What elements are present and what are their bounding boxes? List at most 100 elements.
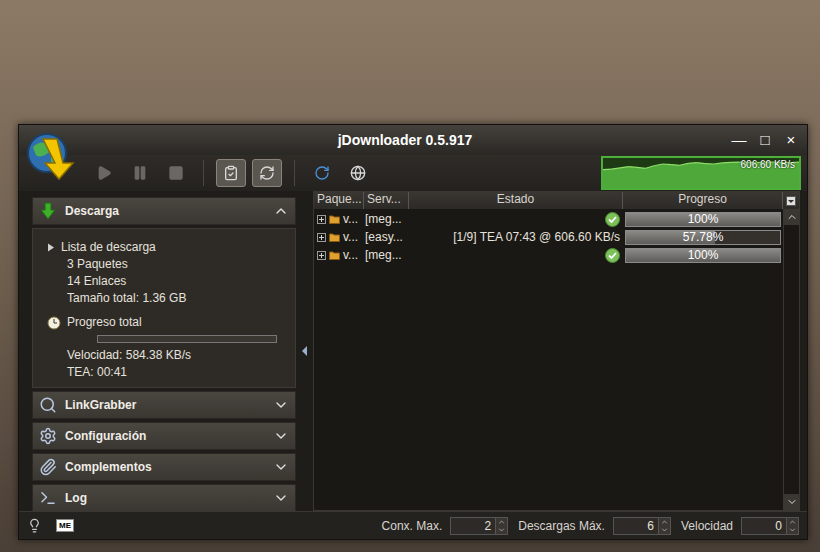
spinner-down-icon[interactable] [788,526,797,534]
toolbar: 606.60 KB/s [19,155,807,191]
spinner-up-icon[interactable] [660,518,669,526]
summary-line: 14 Enlaces [47,273,295,290]
spinner-field: Descargas Máx. 6 [518,517,671,535]
reconnect-icon [259,165,275,181]
list-arrow-icon [47,243,55,252]
gear-icon [39,427,57,445]
package-name: v... [343,247,358,263]
sidebar-section-label: LinkGrabber [65,396,265,414]
pause-icon [132,165,148,181]
spinner-arrows[interactable] [787,517,799,535]
vertical-scrollbar[interactable] [783,209,799,510]
summary-line: Tamaño total: 1.36 GB [47,290,295,307]
sidebar-section-label: Configuración [65,427,265,445]
total-progress-bar [97,335,277,343]
download-arrow-icon [39,202,57,220]
spinner-field: Velocidad 0 [681,517,799,535]
collapse-chevron-icon[interactable] [273,203,289,219]
magnifier-icon [39,396,57,414]
sidebar-section-header[interactable]: Configuración [32,422,296,450]
title-bar: jDownloader 0.5.917— □ × [19,125,807,155]
download-summary-panel: Lista de descarga3 Paquetes14 EnlacesTam… [32,228,296,388]
package-name: v... [343,229,358,245]
window-title: jDownloader 0.5.917 [19,130,731,151]
app-window: jDownloader 0.5.917— □ × 606.60 KB/s Descarg… [18,124,808,540]
summary-stat: Velocidad: 584.38 KB/s [47,347,295,364]
toolbar-button[interactable] [89,159,119,187]
spinner-down-icon[interactable] [660,526,669,534]
scroll-down-icon[interactable] [786,496,798,508]
spinner-label: Velocidad [681,517,733,535]
table-row[interactable]: v...[meg...100% [314,210,783,228]
sidebar-section-header[interactable]: Complementos [32,453,296,481]
spinner-down-icon[interactable] [497,526,506,534]
panel-splitter[interactable] [296,191,313,511]
toolbar-separator [203,160,204,186]
expand-chevron-icon[interactable] [273,459,289,475]
column-header[interactable]: Estado [409,192,623,209]
progress-text: 100% [626,249,780,262]
premium-icon [350,165,366,181]
table-row[interactable]: v...[meg...100% [314,246,783,264]
column-header[interactable]: Paque... [314,192,364,209]
sidebar: Descarga Lista de descarga3 Paquetes14 En… [32,191,296,511]
sidebar-section-header[interactable]: Log [32,484,296,511]
spinner-up-icon[interactable] [497,518,506,526]
sidebar-section-header[interactable]: LinkGrabber [32,391,296,419]
status-bar: ME Conx. Max. 2 Descargas Máx. 6 Velocidad 0 [19,511,807,539]
toolbar-button[interactable] [125,159,155,187]
column-config-button[interactable] [783,192,799,209]
app-logo[interactable] [23,129,77,183]
expand-toggle-icon[interactable] [317,233,326,242]
expand-toggle-icon[interactable] [317,215,326,224]
main-area: Descarga Lista de descarga3 Paquetes14 En… [19,191,807,511]
spinner-input[interactable]: 0 [741,517,787,535]
speed-reading: 606.60 KB/s [741,159,795,171]
package-folder-icon [329,232,340,242]
speed-graph: 606.60 KB/s [601,156,801,190]
expand-chevron-icon[interactable] [273,490,289,506]
status-lamp-icon[interactable] [27,518,42,533]
column-header[interactable]: Progreso [623,192,783,209]
column-config-icon[interactable] [786,196,796,206]
sidebar-section-header[interactable]: Descarga [32,197,296,225]
host-cell: [meg... [364,211,409,227]
toolbar-button[interactable] [252,159,282,187]
terminal-icon [39,489,57,507]
window-control-button[interactable]: × [783,131,799,149]
spinner-label: Conx. Max. [382,517,443,535]
progress-bar: 100% [625,212,781,227]
column-header[interactable]: Serv... [364,192,409,209]
toolbar-button[interactable] [161,159,191,187]
toolbar-button[interactable] [216,159,246,187]
splitter-arrow-icon[interactable] [302,346,307,356]
list-label[interactable]: Lista de descarga [61,239,156,256]
table-row[interactable]: v...[easy...[1/9] TEA 07:43 @ 606.60 KB/… [314,228,783,246]
toolbar-separator [294,160,295,186]
expand-chevron-icon[interactable] [273,397,289,413]
spinner-input[interactable]: 6 [613,517,659,535]
progress-text: 100% [626,213,780,226]
spinner-arrows[interactable] [659,517,671,535]
toolbar-button[interactable] [343,159,373,187]
window-control-button[interactable]: — [731,131,747,149]
progress-bar: 57.78% [625,230,781,245]
status-badge[interactable]: ME [56,519,74,532]
host-cell: [easy... [364,229,409,245]
progress-label: Progreso total [67,314,142,331]
expand-toggle-icon[interactable] [317,251,326,260]
toolbar-button[interactable] [307,159,337,187]
sidebar-section-label: Complementos [65,458,265,476]
package-folder-icon [329,214,340,224]
play-icon [96,165,112,181]
scroll-up-icon[interactable] [786,211,798,223]
spinner-up-icon[interactable] [788,518,797,526]
spinner-arrows[interactable] [496,517,508,535]
jdownloader-logo-icon[interactable] [23,129,77,183]
clock-icon [47,316,61,330]
expand-chevron-icon[interactable] [273,428,289,444]
spinner-label: Descargas Máx. [518,517,605,535]
spinner-input[interactable]: 2 [450,517,496,535]
window-control-button[interactable]: □ [757,131,773,149]
done-check-icon [605,212,620,227]
